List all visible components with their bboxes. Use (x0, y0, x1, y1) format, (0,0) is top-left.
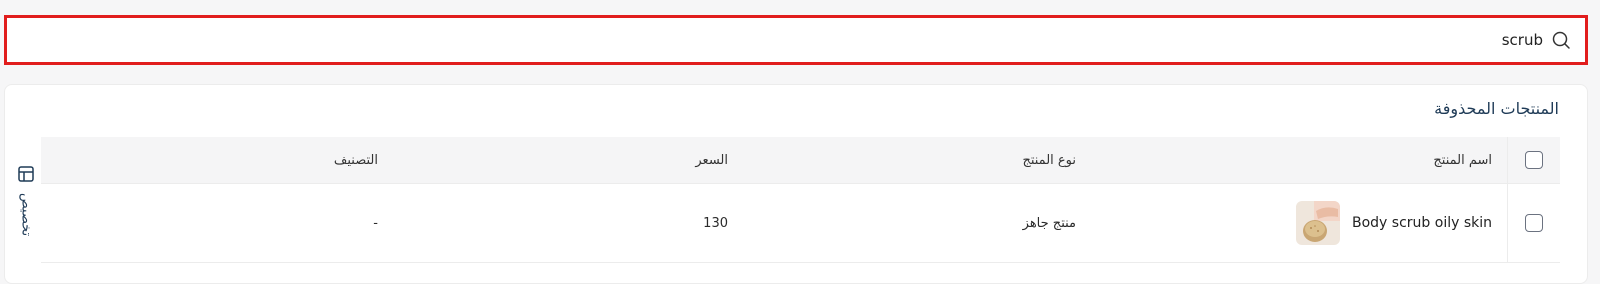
row-select-cell (1507, 184, 1560, 262)
table-layout-icon (17, 165, 35, 187)
column-header-price[interactable]: السعر (695, 137, 728, 183)
product-price: 130 (703, 215, 728, 231)
product-category: - (373, 215, 378, 231)
product-name[interactable]: Body scrub oily skin (1352, 215, 1492, 231)
header-select-cell (1507, 137, 1560, 183)
customize-columns-button[interactable]: تخصيص (11, 165, 41, 236)
search-bar[interactable]: scrub (4, 15, 1588, 65)
product-thumbnail (1296, 201, 1340, 245)
product-type: منتج جاهز (1022, 215, 1076, 231)
page-title: المنتجات المحذوفة (1434, 99, 1559, 118)
table-header: اسم المنتج نوع المنتج السعر التصنيف (41, 137, 1560, 184)
search-input[interactable]: scrub (1502, 31, 1543, 49)
products-table: اسم المنتج نوع المنتج السعر التصنيف Body… (41, 137, 1560, 263)
column-header-type[interactable]: نوع المنتج (1022, 137, 1076, 183)
customize-label: تخصيص (18, 193, 34, 237)
row-checkbox[interactable] (1525, 214, 1543, 232)
table-row[interactable]: Body scrub oily skin منتج جاهز 130 - (41, 184, 1560, 263)
search-icon (1551, 30, 1571, 50)
select-all-checkbox[interactable] (1525, 151, 1543, 169)
column-header-name[interactable]: اسم المنتج (1433, 137, 1492, 183)
column-header-category[interactable]: التصنيف (334, 137, 378, 183)
product-name-cell: Body scrub oily skin (1296, 184, 1492, 262)
deleted-products-card: المنتجات المحذوفة تخصيص اسم المنتج نوع ا… (4, 84, 1588, 284)
